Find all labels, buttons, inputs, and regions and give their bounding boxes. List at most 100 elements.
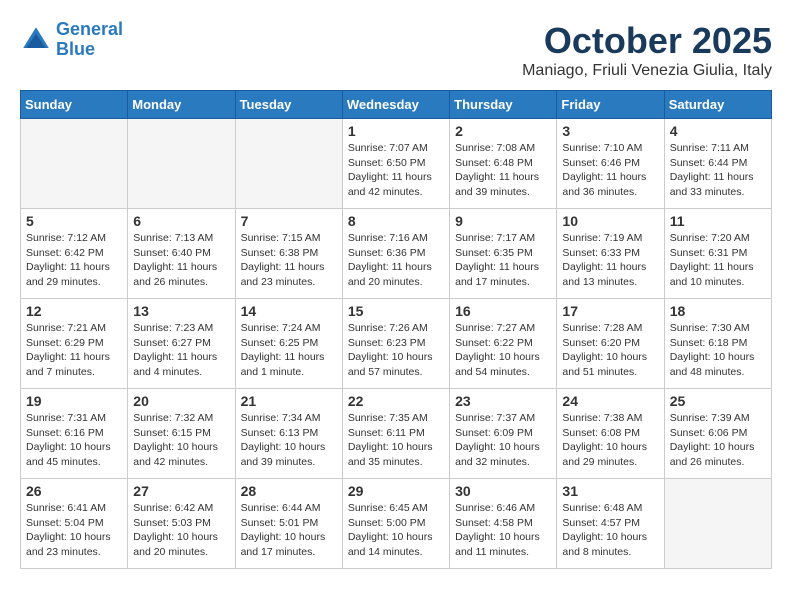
day-number: 10 — [562, 213, 658, 229]
day-cell: 27 Sunrise: 6:42 AMSunset: 5:03 PMDayligh… — [128, 479, 235, 569]
day-number: 29 — [348, 483, 444, 499]
day-info: Sunrise: 7:35 AMSunset: 6:11 PMDaylight:… — [348, 411, 444, 470]
day-cell: 5Sunrise: 7:12 AMSunset: 6:42 PMDaylight… — [21, 209, 128, 299]
day-cell: 11 Sunrise: 7:20 AMSunset: 6:31 PMDayligh… — [664, 209, 771, 299]
day-number: 13 — [133, 303, 229, 319]
day-number: 30 — [455, 483, 551, 499]
day-cell: 25 Sunrise: 7:39 AMSunset: 6:06 PMDayligh… — [664, 389, 771, 479]
day-number: 25 — [670, 393, 766, 409]
day-number: 2 — [455, 123, 551, 139]
day-number: 12 — [26, 303, 122, 319]
day-cell: 19 Sunrise: 7:31 AMSunset: 6:16 PMDayligh… — [21, 389, 128, 479]
day-cell: 14 Sunrise: 7:24 AMSunset: 6:25 PMDayligh… — [235, 299, 342, 389]
day-number: 21 — [241, 393, 337, 409]
weekday-header-thursday: Thursday — [450, 91, 557, 119]
logo: General Blue — [20, 20, 123, 60]
weekday-header-wednesday: Wednesday — [342, 91, 449, 119]
day-info: Sunrise: 6:48 AMSunset: 4:57 PMDaylight:… — [562, 501, 658, 560]
day-info: Sunrise: 7:08 AMSunset: 6:48 PMDaylight:… — [455, 141, 551, 200]
day-info: Sunrise: 7:30 AMSunset: 6:18 PMDaylight:… — [670, 321, 766, 380]
day-number: 11 — [670, 213, 766, 229]
day-number: 19 — [26, 393, 122, 409]
week-row-4: 19 Sunrise: 7:31 AMSunset: 6:16 PMDayligh… — [21, 389, 772, 479]
day-cell: 20Sunrise: 7:32 AMSunset: 6:15 PMDayligh… — [128, 389, 235, 479]
day-info: Sunrise: 7:28 AMSunset: 6:20 PMDaylight:… — [562, 321, 658, 380]
weekday-header-saturday: Saturday — [664, 91, 771, 119]
day-number: 22 — [348, 393, 444, 409]
day-number: 17 — [562, 303, 658, 319]
day-number: 3 — [562, 123, 658, 139]
day-info: Sunrise: 7:07 AMSunset: 6:50 PMDaylight:… — [348, 141, 444, 200]
day-number: 6 — [133, 213, 229, 229]
day-info: Sunrise: 7:19 AMSunset: 6:33 PMDaylight:… — [562, 231, 658, 290]
day-cell: 26 Sunrise: 6:41 AMSunset: 5:04 PMDayligh… — [21, 479, 128, 569]
day-cell: 31 Sunrise: 6:48 AMSunset: 4:57 PMDayligh… — [557, 479, 664, 569]
day-number: 28 — [241, 483, 337, 499]
day-number: 14 — [241, 303, 337, 319]
day-info: Sunrise: 7:38 AMSunset: 6:08 PMDaylight:… — [562, 411, 658, 470]
day-cell: 10 Sunrise: 7:19 AMSunset: 6:33 PMDayligh… — [557, 209, 664, 299]
day-number: 31 — [562, 483, 658, 499]
week-row-2: 5Sunrise: 7:12 AMSunset: 6:42 PMDaylight… — [21, 209, 772, 299]
day-info: Sunrise: 7:34 AMSunset: 6:13 PMDaylight:… — [241, 411, 337, 470]
day-cell: 16Sunrise: 7:27 AMSunset: 6:22 PMDayligh… — [450, 299, 557, 389]
day-cell: 24 Sunrise: 7:38 AMSunset: 6:08 PMDayligh… — [557, 389, 664, 479]
page-header: General Blue October 2025 Maniago, Friul… — [20, 20, 772, 80]
day-number: 23 — [455, 393, 551, 409]
day-number: 16 — [455, 303, 551, 319]
day-number: 7 — [241, 213, 337, 229]
weekday-header-sunday: Sunday — [21, 91, 128, 119]
day-info: Sunrise: 7:23 AMSunset: 6:27 PMDaylight:… — [133, 321, 229, 380]
day-cell: 2 Sunrise: 7:08 AMSunset: 6:48 PMDaylight… — [450, 119, 557, 209]
day-cell: 18 Sunrise: 7:30 AMSunset: 6:18 PMDayligh… — [664, 299, 771, 389]
day-number: 9 — [455, 213, 551, 229]
day-number: 8 — [348, 213, 444, 229]
day-info: Sunrise: 7:20 AMSunset: 6:31 PMDaylight:… — [670, 231, 766, 290]
weekday-header-monday: Monday — [128, 91, 235, 119]
day-number: 24 — [562, 393, 658, 409]
day-info: Sunrise: 7:16 AMSunset: 6:36 PMDaylight:… — [348, 231, 444, 290]
logo-text: General Blue — [56, 20, 123, 60]
day-info: Sunrise: 6:41 AMSunset: 5:04 PMDaylight:… — [26, 501, 122, 560]
day-cell: 9 Sunrise: 7:17 AMSunset: 6:35 PMDaylight… — [450, 209, 557, 299]
day-cell: 21 Sunrise: 7:34 AMSunset: 6:13 PMDayligh… — [235, 389, 342, 479]
day-info: Sunrise: 7:32 AMSunset: 6:15 PMDaylight:… — [133, 411, 229, 470]
day-number: 26 — [26, 483, 122, 499]
day-number: 15 — [348, 303, 444, 319]
day-cell: 22 Sunrise: 7:35 AMSunset: 6:11 PMDayligh… — [342, 389, 449, 479]
day-info: Sunrise: 6:45 AMSunset: 5:00 PMDaylight:… — [348, 501, 444, 560]
day-cell: 7Sunrise: 7:15 AMSunset: 6:38 PMDaylight… — [235, 209, 342, 299]
day-cell: 6 Sunrise: 7:13 AMSunset: 6:40 PMDaylight… — [128, 209, 235, 299]
day-info: Sunrise: 7:24 AMSunset: 6:25 PMDaylight:… — [241, 321, 337, 380]
day-cell: 28Sunrise: 6:44 AMSunset: 5:01 PMDayligh… — [235, 479, 342, 569]
day-info: Sunrise: 7:10 AMSunset: 6:46 PMDaylight:… — [562, 141, 658, 200]
week-row-1: 1 Sunrise: 7:07 AMSunset: 6:50 PMDaylight… — [21, 119, 772, 209]
day-cell: 3 Sunrise: 7:10 AMSunset: 6:46 PMDaylight… — [557, 119, 664, 209]
day-info: Sunrise: 7:13 AMSunset: 6:40 PMDaylight:… — [133, 231, 229, 290]
calendar-title: October 2025 — [522, 20, 772, 62]
day-cell — [664, 479, 771, 569]
day-info: Sunrise: 7:17 AMSunset: 6:35 PMDaylight:… — [455, 231, 551, 290]
calendar-table: SundayMondayTuesdayWednesdayThursdayFrid… — [20, 90, 772, 569]
day-cell: 1 Sunrise: 7:07 AMSunset: 6:50 PMDaylight… — [342, 119, 449, 209]
title-section: October 2025 Maniago, Friuli Venezia Giu… — [522, 20, 772, 80]
day-info: Sunrise: 6:42 AMSunset: 5:03 PMDaylight:… — [133, 501, 229, 560]
day-info: Sunrise: 7:12 AMSunset: 6:42 PMDaylight:… — [26, 231, 122, 290]
day-number: 27 — [133, 483, 229, 499]
day-info: Sunrise: 6:46 AMSunset: 4:58 PMDaylight:… — [455, 501, 551, 560]
day-cell: 13 Sunrise: 7:23 AMSunset: 6:27 PMDayligh… — [128, 299, 235, 389]
day-info: Sunrise: 7:26 AMSunset: 6:23 PMDaylight:… — [348, 321, 444, 380]
day-number: 4 — [670, 123, 766, 139]
day-info: Sunrise: 7:39 AMSunset: 6:06 PMDaylight:… — [670, 411, 766, 470]
calendar-subtitle: Maniago, Friuli Venezia Giulia, Italy — [522, 62, 772, 80]
day-cell: 23Sunrise: 7:37 AMSunset: 6:09 PMDayligh… — [450, 389, 557, 479]
day-cell: 15 Sunrise: 7:26 AMSunset: 6:23 PMDayligh… — [342, 299, 449, 389]
day-info: Sunrise: 7:31 AMSunset: 6:16 PMDaylight:… — [26, 411, 122, 470]
day-cell — [128, 119, 235, 209]
weekday-header-friday: Friday — [557, 91, 664, 119]
week-row-3: 12Sunrise: 7:21 AMSunset: 6:29 PMDayligh… — [21, 299, 772, 389]
day-number: 1 — [348, 123, 444, 139]
day-cell: 8 Sunrise: 7:16 AMSunset: 6:36 PMDaylight… — [342, 209, 449, 299]
day-number: 18 — [670, 303, 766, 319]
day-cell: 17 Sunrise: 7:28 AMSunset: 6:20 PMDayligh… — [557, 299, 664, 389]
